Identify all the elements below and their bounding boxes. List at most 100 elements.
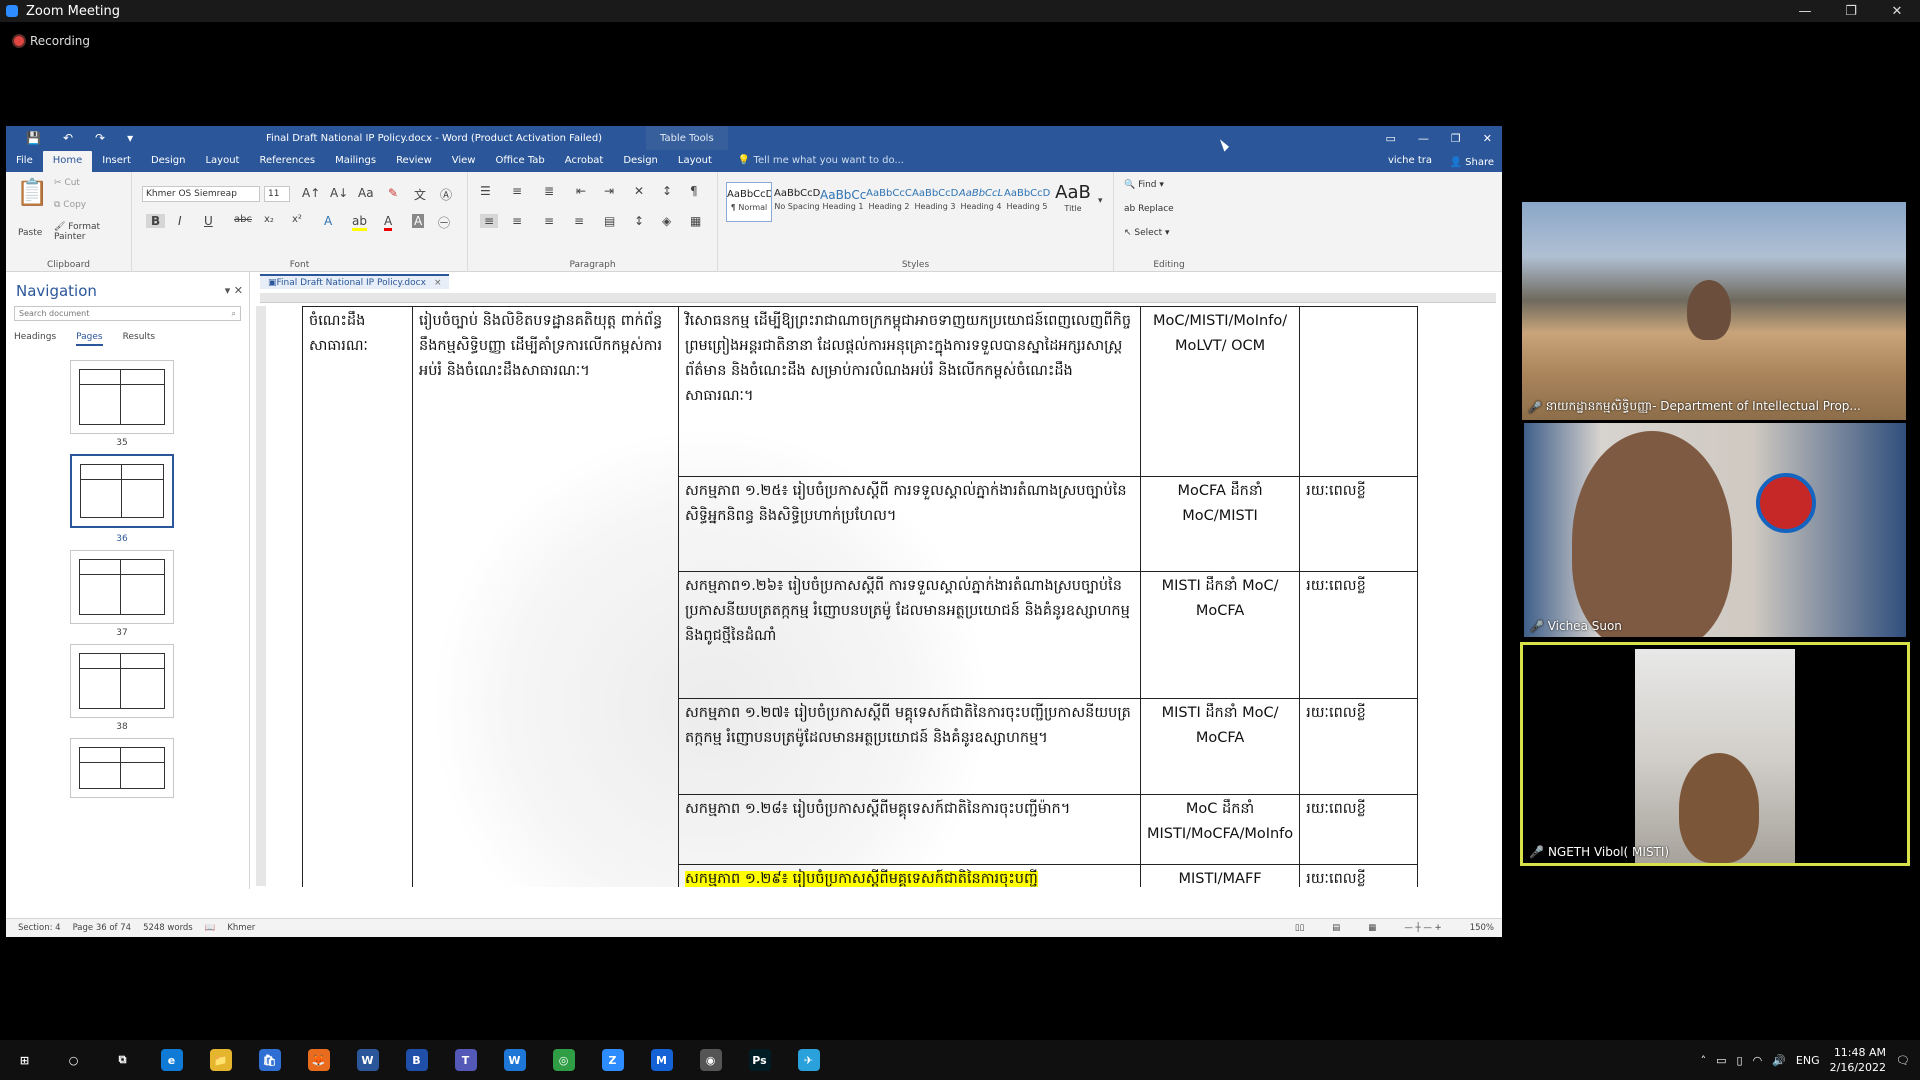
tray-volume-icon[interactable]: 🔊 <box>1772 1054 1786 1067</box>
teams-icon[interactable]: T <box>441 1040 490 1080</box>
highlight-icon[interactable]: ab <box>352 214 367 231</box>
tab-close-icon[interactable]: × <box>434 278 442 288</box>
nav-tab-pages[interactable]: Pages <box>76 332 103 346</box>
table-cell-timeframe[interactable]: រយៈពេលខ្លី <box>1299 571 1419 699</box>
text-effects-icon[interactable]: A <box>324 214 332 228</box>
bold-button[interactable]: B <box>146 214 166 228</box>
word-restore-button[interactable]: ❐ <box>1451 132 1461 145</box>
justify-icon[interactable]: ≡ <box>574 214 584 228</box>
document-page[interactable]: ចំណេះដឹងសាធារណៈ រៀបចំច្បាប់ និងលិខិតបទដ្… <box>270 306 1496 887</box>
bullets-icon[interactable]: ☰ <box>480 184 491 198</box>
word-minimize-button[interactable]: — <box>1418 132 1429 145</box>
tray-battery-icon[interactable]: ▯ <box>1737 1054 1743 1067</box>
status-words[interactable]: 5248 words <box>143 923 193 933</box>
page-thumbnail-35[interactable] <box>70 360 174 434</box>
page-thumbnail-38[interactable] <box>70 644 174 718</box>
styles-more-icon[interactable]: ▾ <box>1098 196 1103 206</box>
tab-layout[interactable]: Layout <box>195 151 249 172</box>
underline-button[interactable]: U <box>204 214 213 228</box>
page-thumbnail-39[interactable] <box>70 738 174 798</box>
participant-video-2[interactable]: 🎤 Vichea Suon <box>1524 423 1906 637</box>
superscript-button[interactable]: x² <box>292 214 302 225</box>
tab-table-layout[interactable]: Layout <box>668 151 722 172</box>
table-cell-activity[interactable]: សកម្មភាព១.២៦៖ រៀបចំប្រកាសស្តីពី ការទទួលស… <box>678 571 1141 699</box>
word-close-button[interactable]: ✕ <box>1483 132 1492 145</box>
word-icon[interactable]: W <box>343 1040 392 1080</box>
table-cell-objective[interactable]: រៀបចំច្បាប់ និងលិខិតបទដ្ឋានគតិយុត្ត ពាក់… <box>412 306 679 887</box>
file-explorer-icon[interactable]: 📁 <box>196 1040 245 1080</box>
distributed-icon[interactable]: ▤ <box>604 214 615 228</box>
app-circle-icon[interactable]: ◉ <box>686 1040 735 1080</box>
table-cell-activity[interactable]: សកម្មភាព ១.២៩៖ រៀបចំប្រកាសស្តីពីមគ្គុទេស… <box>678 864 1141 887</box>
character-border-icon[interactable]: Ⓐ <box>440 186 452 203</box>
align-left-icon[interactable]: ≡ <box>480 214 499 228</box>
nav-tab-results[interactable]: Results <box>123 332 156 346</box>
enclose-characters-icon[interactable]: ㊀ <box>438 214 450 231</box>
recording-indicator[interactable]: Recording <box>14 34 90 48</box>
tab-mailings[interactable]: Mailings <box>325 151 386 172</box>
start-button[interactable]: ⊞ <box>0 1040 49 1080</box>
input-language[interactable]: ENG <box>1796 1054 1820 1067</box>
page-thumbnail-36[interactable] <box>70 454 174 528</box>
table-cell-activity[interactable]: សកម្មភាព ១.២៨៖ រៀបចំប្រកាសស្តីពីមគ្គុទេស… <box>678 794 1141 865</box>
font-color-icon[interactable]: A <box>384 214 393 231</box>
app-m-icon[interactable]: M <box>637 1040 686 1080</box>
shading-icon[interactable]: ◈ <box>662 214 671 228</box>
italic-button[interactable]: I <box>178 214 182 228</box>
status-section[interactable]: Section: 4 <box>18 923 61 933</box>
table-cell-lead[interactable]: MISTI ដឹកនាំ MoC/ MoCFA <box>1139 571 1301 699</box>
maximize-button[interactable]: ❐ <box>1828 4 1874 19</box>
app-b-icon[interactable]: B <box>392 1040 441 1080</box>
customize-qat-icon[interactable]: ▾ <box>127 131 133 145</box>
grow-font-icon[interactable]: A↑ <box>302 186 320 200</box>
paste-icon[interactable]: 📋 <box>16 178 48 208</box>
tab-references[interactable]: References <box>249 151 325 172</box>
photoshop-icon[interactable]: Ps <box>735 1040 784 1080</box>
save-icon[interactable]: 💾 <box>26 131 41 145</box>
search-icon[interactable]: ○ <box>49 1040 98 1080</box>
tray-network-icon[interactable]: ▭ <box>1716 1054 1726 1067</box>
style-heading-5[interactable]: AaBbCcDc Heading 5 <box>1004 182 1050 222</box>
font-size-select[interactable]: 11 <box>264 186 290 202</box>
tab-insert[interactable]: Insert <box>92 151 141 172</box>
firefox-icon[interactable]: 🦊 <box>294 1040 343 1080</box>
zoom-icon[interactable]: Z <box>588 1040 637 1080</box>
redo-icon[interactable]: ↷ <box>95 131 105 145</box>
style-title[interactable]: AaB Title <box>1050 182 1096 222</box>
replace-button[interactable]: ab Replace <box>1124 204 1174 214</box>
user-name[interactable]: viche tra <box>1388 155 1432 166</box>
tab-view[interactable]: View <box>442 151 486 172</box>
format-painter-button[interactable]: 🖌 Format Painter <box>54 222 131 242</box>
numbering-icon[interactable]: ≡ <box>512 184 522 198</box>
find-button[interactable]: 🔍 Find ▾ <box>1124 180 1164 190</box>
style-heading-4[interactable]: AaBbCcL Heading 4 <box>958 182 1004 222</box>
status-page[interactable]: Page 36 of 74 <box>73 923 132 933</box>
multilevel-list-icon[interactable]: ≣ <box>544 184 554 198</box>
tab-office-tab[interactable]: Office Tab <box>485 151 554 172</box>
vertical-ruler[interactable] <box>256 306 266 886</box>
asian-layout-icon[interactable]: ✕ <box>634 184 644 198</box>
align-right-icon[interactable]: ≡ <box>544 214 554 228</box>
table-cell-area[interactable]: ចំណេះដឹងសាធារណៈ <box>302 306 413 887</box>
close-button[interactable]: ✕ <box>1874 4 1920 19</box>
increase-indent-icon[interactable]: ⇥ <box>604 184 614 198</box>
font-name-select[interactable]: Khmer OS Siemreap <box>142 186 260 202</box>
tab-design[interactable]: Design <box>141 151 196 172</box>
telegram-icon[interactable]: ✈ <box>784 1040 833 1080</box>
web-layout-icon[interactable]: ▦ <box>1368 923 1376 933</box>
store-icon[interactable]: 🛍 <box>245 1040 294 1080</box>
pilcrow-icon[interactable]: ¶ <box>690 184 698 198</box>
zoom-level[interactable]: 150% <box>1470 923 1494 933</box>
table-cell-timeframe[interactable] <box>1299 306 1419 477</box>
table-cell-activity[interactable]: សកម្មភាព ១.២៧៖ រៀបចំប្រកាសស្តីពី មគ្គុទេ… <box>678 698 1141 795</box>
table-cell-timeframe[interactable]: រយៈពេលខ្លី <box>1299 476 1419 572</box>
style-heading-2[interactable]: AaBbCcC Heading 2 <box>866 182 912 222</box>
line-spacing-icon[interactable]: ↕ <box>634 214 644 228</box>
tab-home[interactable]: Home <box>42 151 93 172</box>
table-cell-timeframe[interactable]: រយៈពេលខ្លី <box>1299 698 1419 795</box>
tab-table-design[interactable]: Design <box>613 151 668 172</box>
nav-tab-headings[interactable]: Headings <box>14 332 56 346</box>
notifications-icon[interactable]: 🗨 <box>1896 1054 1910 1067</box>
search-icon[interactable]: ⌕ <box>232 309 236 319</box>
status-language[interactable]: Khmer <box>227 923 255 933</box>
